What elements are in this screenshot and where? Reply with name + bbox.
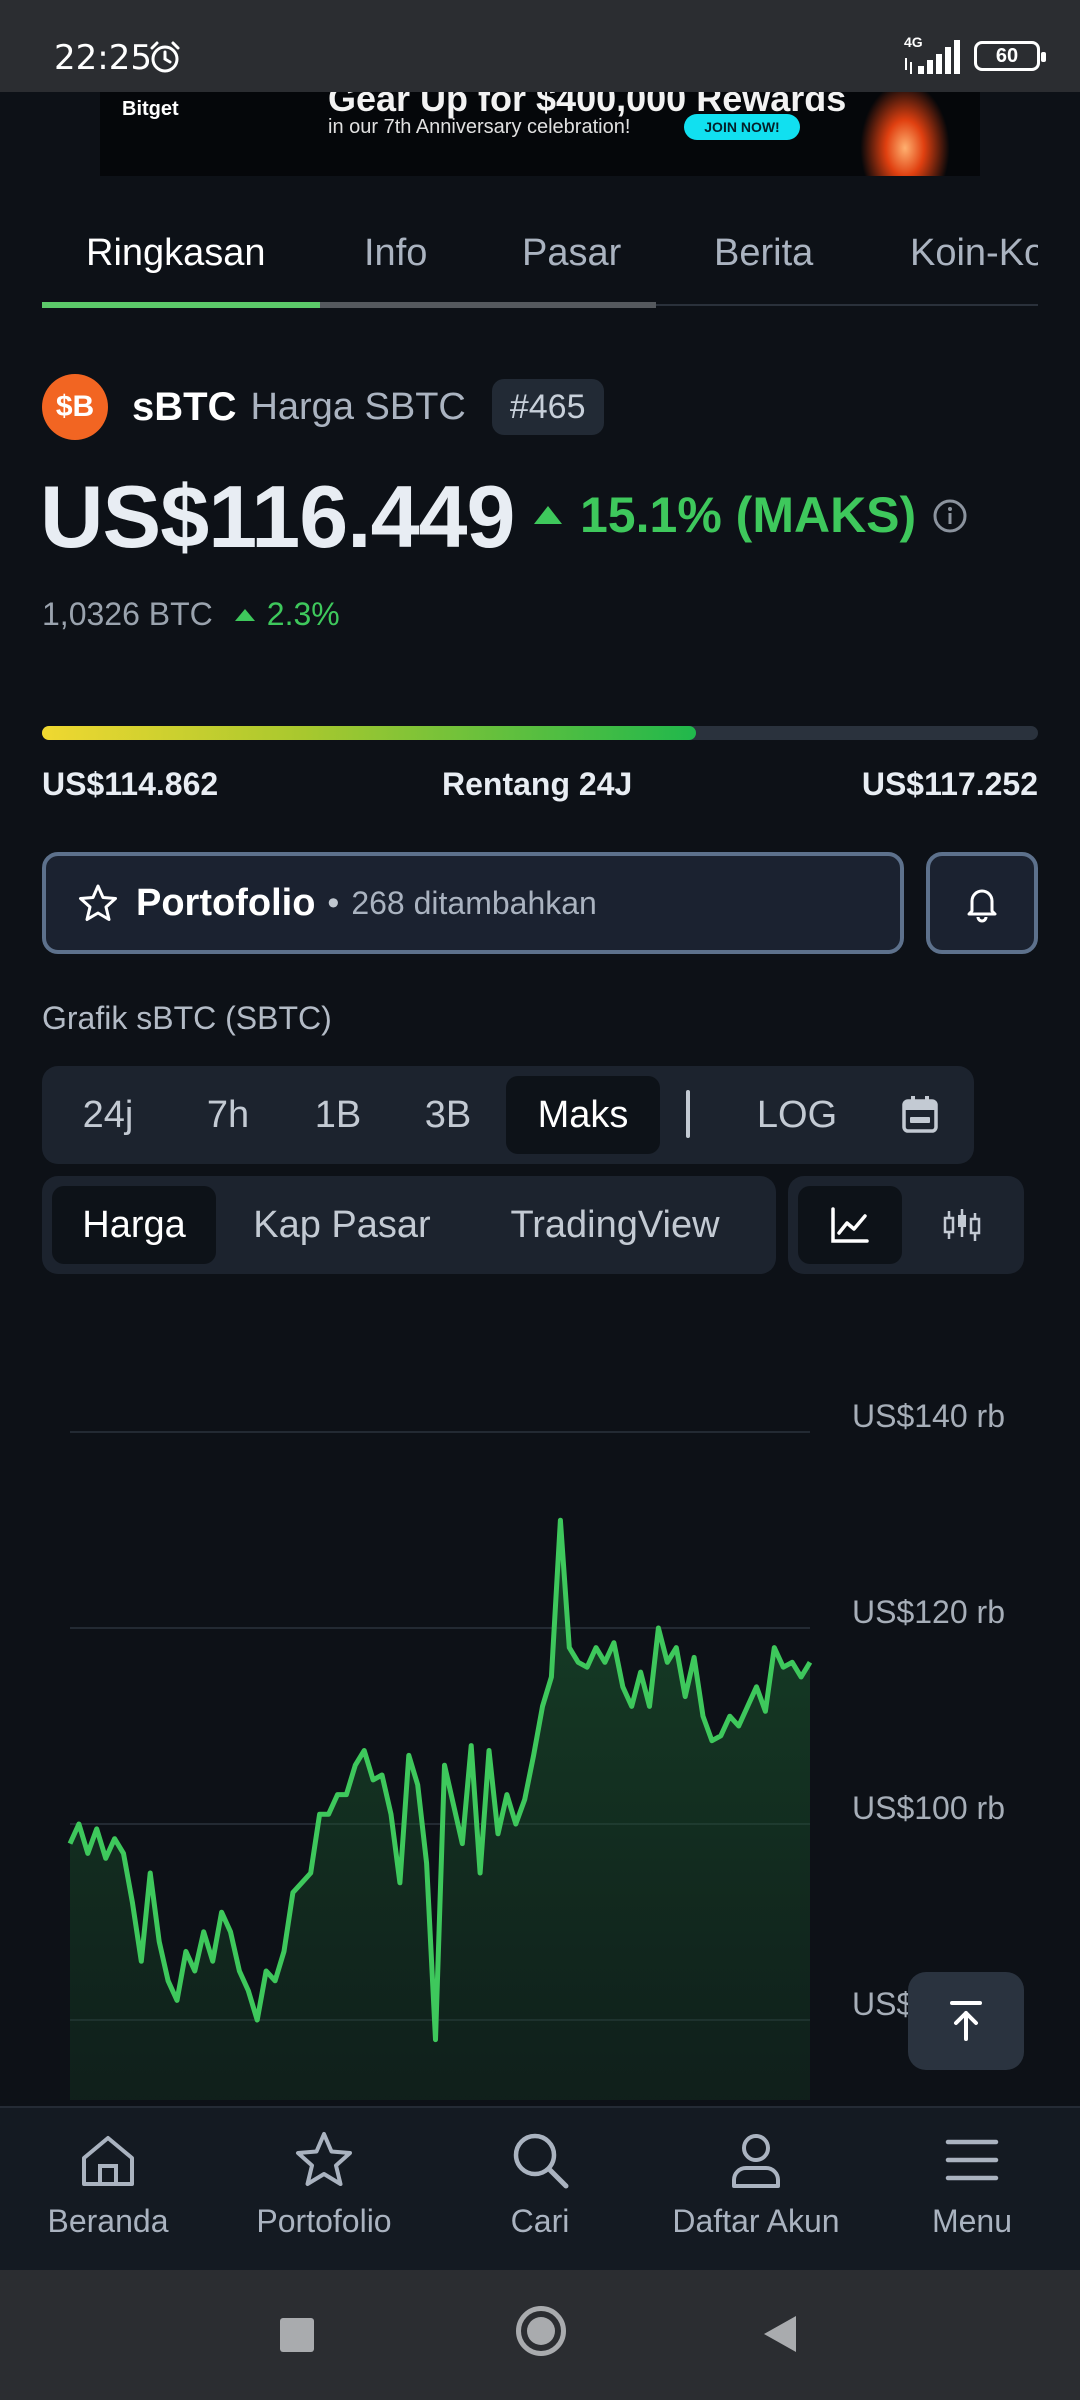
nav-daftar-akun[interactable]: Daftar Akun	[648, 2128, 864, 2240]
coin-subtitle: Harga SBTC	[250, 385, 466, 428]
y-tick-label: US$100 rb	[852, 1790, 1005, 1826]
nav-cari[interactable]: Cari	[432, 2128, 648, 2240]
range-high: US$117.252	[861, 766, 1038, 802]
price-area	[70, 1520, 810, 2100]
coin-logo-text: $B	[55, 390, 95, 423]
home-button[interactable]	[516, 2306, 566, 2356]
tab-berita[interactable]: Berita	[714, 232, 813, 275]
view-harga[interactable]: Harga	[52, 1186, 216, 1264]
star-icon	[79, 884, 117, 921]
range-label: Rentang 24J	[442, 766, 633, 802]
range-24j[interactable]: 24j	[52, 1076, 164, 1154]
add-portfolio-button[interactable]: Portofolio • 268 ditambahkan	[42, 852, 904, 954]
log-toggle[interactable]: LOG	[722, 1076, 872, 1154]
back-button[interactable]	[764, 2316, 796, 2352]
nav-label: Cari	[510, 2203, 570, 2239]
nav-label: Daftar Akun	[672, 2203, 840, 2239]
nav-label: Portofolio	[256, 2203, 392, 2239]
battery-level: 60	[995, 44, 1019, 67]
range-low: US$114.862	[42, 766, 219, 802]
search-icon	[513, 2133, 569, 2189]
battery-icon: 60	[974, 41, 1046, 71]
btc-price-row: 1,0326 BTC 2.3%	[42, 596, 340, 633]
view-tradingview[interactable]: TradingView	[470, 1186, 760, 1264]
coin-header: $B sBTC Harga SBTC #465	[42, 372, 604, 442]
signal-icon: 4G	[902, 34, 962, 76]
tabs-scroll-indicator	[320, 302, 656, 308]
range-divider	[686, 1090, 690, 1138]
ad-logo: Bitget	[122, 98, 179, 120]
nav-beranda[interactable]: Beranda	[0, 2128, 216, 2240]
line-chart-button[interactable]	[798, 1186, 902, 1264]
tab-koin[interactable]: Koin-Ko	[910, 232, 1038, 275]
price-change-value: 15.1% (MAKS)	[580, 487, 917, 543]
coin-rank-badge: #465	[491, 379, 604, 435]
range-7h[interactable]: 7h	[172, 1076, 284, 1154]
alarm-icon	[150, 41, 180, 73]
coin-logo: $B	[42, 374, 108, 440]
line-chart-icon	[831, 1207, 869, 1243]
section-tabs: Ringkasan Info Pasar Berita Koin-Ko	[0, 218, 1080, 314]
price-change: 15.1% (MAKS)	[534, 486, 916, 544]
arrow-up-icon	[950, 2001, 982, 2041]
nav-portofolio[interactable]: Portofolio	[216, 2128, 432, 2240]
scroll-to-top-button[interactable]	[908, 1972, 1024, 2070]
btc-change-value: 2.3%	[266, 596, 340, 632]
coin-symbol: sBTC	[132, 384, 237, 429]
user-icon	[732, 2134, 780, 2188]
chart-view-selector: Harga Kap Pasar TradingView	[42, 1176, 776, 1274]
recents-button[interactable]	[280, 2318, 314, 2352]
y-tick-label: US$120 rb	[852, 1594, 1005, 1630]
menu-icon	[945, 2139, 999, 2181]
portfolio-separator: •	[327, 883, 340, 922]
view-kap-pasar[interactable]: Kap Pasar	[232, 1186, 452, 1264]
info-icon[interactable]	[932, 498, 968, 534]
btc-change: 2.3%	[234, 596, 340, 633]
candlestick-chart-button[interactable]	[910, 1186, 1014, 1264]
ad-banner[interactable]: Bitget Gear Up for $400,000 Rewards in o…	[100, 92, 980, 176]
ad-join-button[interactable]: JOIN NOW!	[684, 114, 800, 140]
active-tab-underline	[42, 302, 320, 308]
home-icon	[82, 2136, 134, 2186]
range-bar	[42, 726, 1038, 740]
status-time: 22:25	[54, 38, 152, 78]
bell-icon	[967, 889, 997, 923]
coin-price: US$116.449	[40, 467, 515, 566]
range-3b[interactable]: 3B	[392, 1076, 504, 1154]
y-tick-label: US$140 rb	[852, 1398, 1005, 1434]
system-navigation-bar	[0, 2270, 1080, 2400]
calendar-button[interactable]	[878, 1076, 962, 1154]
tab-info[interactable]: Info	[364, 232, 427, 275]
nav-label: Beranda	[47, 2203, 169, 2239]
portfolio-count: 268 ditambahkan	[351, 884, 597, 921]
nav-menu[interactable]: Menu	[864, 2128, 1080, 2240]
up-arrow-small-icon	[234, 608, 255, 621]
star-outline-icon	[296, 2132, 352, 2186]
tab-pasar[interactable]: Pasar	[522, 232, 621, 275]
price-alert-button[interactable]	[926, 852, 1038, 954]
candlestick-icon	[943, 1209, 981, 1241]
bottom-navigation: Beranda Portofolio Cari Daftar Akun Menu	[0, 2106, 1080, 2270]
chart-range-selector: 24j 7h 1B 3B Maks LOG	[42, 1066, 974, 1164]
chart-type-selector	[788, 1176, 1024, 1274]
ad-subline: in our 7th Anniversary celebration!	[328, 116, 631, 138]
range-1b[interactable]: 1B	[288, 1076, 388, 1154]
range-bar-fill	[42, 726, 697, 740]
calendar-icon	[902, 1096, 938, 1133]
nav-label: Menu	[931, 2203, 1013, 2239]
chart-title: Grafik sBTC (SBTC)	[42, 1000, 332, 1036]
ad-graphic	[860, 92, 950, 176]
portfolio-label: Portofolio	[136, 881, 316, 924]
up-arrow-icon	[534, 506, 562, 524]
tab-ringkasan[interactable]: Ringkasan	[86, 232, 266, 275]
range-maks[interactable]: Maks	[506, 1076, 660, 1154]
status-bar: 22:25 4G 60	[0, 0, 1080, 92]
btc-value: 1,0326 BTC	[42, 596, 213, 632]
